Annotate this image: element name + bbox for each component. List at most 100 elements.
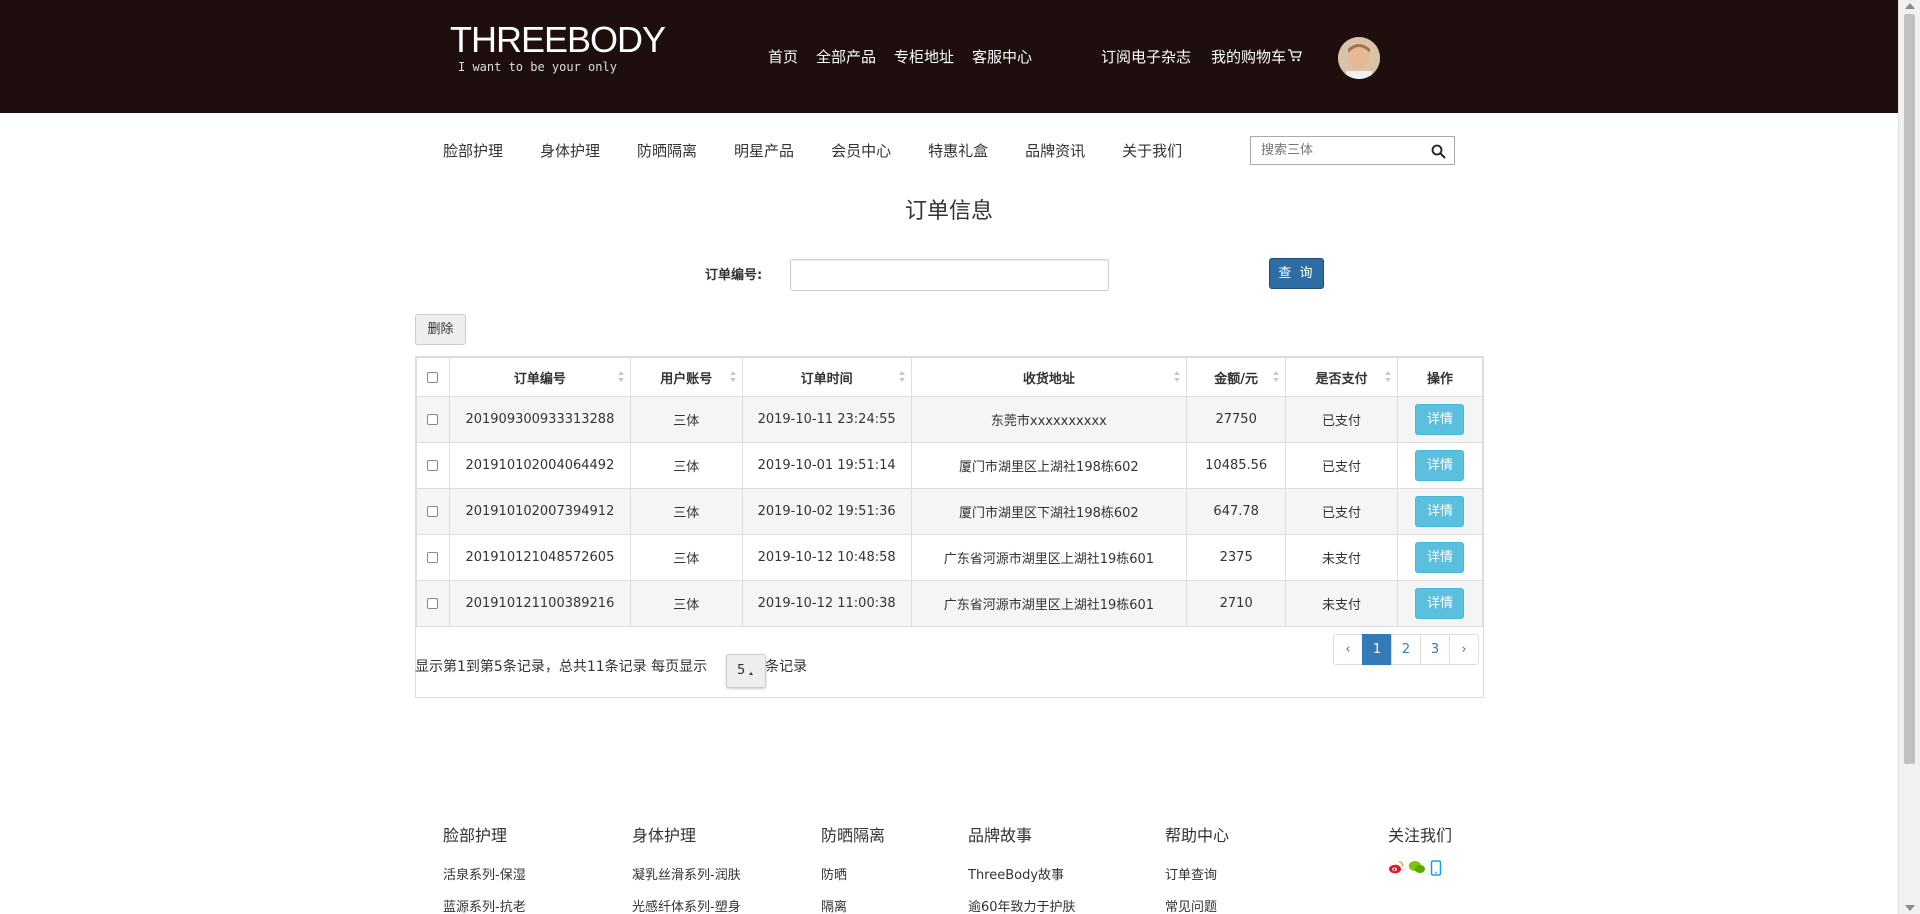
footer-link[interactable]: ThreeBody故事 (968, 864, 1076, 883)
footer-link[interactable]: 凝乳丝滑系列-润肤 (632, 864, 741, 883)
sort-icon (1174, 371, 1181, 383)
footer-link[interactable]: 逾60年致力于护肤 (968, 896, 1076, 914)
col-address-label: 收货地址 (1022, 371, 1075, 387)
cell-paid: 未支付 (1285, 534, 1398, 581)
cart-icon (1288, 48, 1302, 66)
search-input[interactable] (1251, 137, 1421, 164)
detail-button[interactable]: 详情 (1415, 542, 1465, 573)
col-user-account[interactable]: 用户账号 (629, 357, 743, 397)
scroll-up-icon[interactable] (1905, 3, 1915, 9)
detail-button[interactable]: 详情 (1415, 496, 1465, 527)
footer-col-face-care: 脸部护理 活泉系列-保湿 蓝源系列-抗老 (443, 822, 526, 914)
page-prev[interactable]: ‹ (1333, 634, 1363, 665)
order-number-input[interactable] (790, 259, 1109, 291)
cell-amount: 647.78 (1186, 488, 1287, 535)
nav-my-cart-label: 我的购物车 (1211, 48, 1287, 66)
row-checkbox[interactable] (427, 460, 439, 471)
col-order-time[interactable]: 订单时间 (741, 357, 912, 397)
cell-action: 详情 (1396, 580, 1484, 627)
footer-col-title: 身体护理 (632, 826, 697, 845)
table-row: 201910102004064492 三体 2019-10-01 19:51:1… (416, 442, 1484, 489)
col-paid-label: 是否支付 (1315, 371, 1368, 387)
footer-link[interactable]: 活泉系列-保湿 (443, 864, 526, 883)
cell-user-account: 三体 (629, 534, 743, 581)
row-checkbox[interactable] (427, 506, 439, 517)
cell-user-account: 三体 (629, 488, 743, 535)
cat-body-care[interactable]: 身体护理 (540, 140, 600, 161)
cat-sunscreen[interactable]: 防晒隔离 (637, 140, 697, 161)
cat-brand-news[interactable]: 品牌资讯 (1025, 140, 1085, 161)
avatar[interactable] (1338, 37, 1380, 79)
main-nav: 首页 全部产品 专柜地址 客服中心 (768, 46, 1050, 67)
detail-button[interactable]: 详情 (1415, 404, 1465, 435)
footer-link[interactable]: 订单查询 (1165, 864, 1229, 883)
nav-all-products[interactable]: 全部产品 (816, 46, 876, 67)
row-checkbox[interactable] (427, 552, 439, 563)
col-amount[interactable]: 金额/元 (1186, 357, 1287, 397)
scrollbar-thumb[interactable] (1904, 14, 1915, 764)
wechat-icon[interactable] (1408, 860, 1426, 880)
page-size-dropdown[interactable]: 5 (726, 654, 766, 688)
row-checkbox[interactable] (427, 414, 439, 425)
caret-up-icon (749, 672, 753, 675)
logo-text: THREEBODY (450, 19, 666, 60)
footer-link[interactable]: 隔离 (821, 896, 885, 914)
cell-address: 广东省河源市湖里区上湖社19栋601 (910, 534, 1188, 581)
nav-store-address[interactable]: 专柜地址 (894, 46, 954, 67)
col-user-account-label: 用户账号 (660, 371, 713, 387)
footer-link[interactable]: 光感纤体系列-塑身 (632, 896, 741, 914)
detail-button[interactable]: 详情 (1415, 588, 1465, 619)
row-select-cell (416, 488, 450, 535)
col-amount-label: 金额/元 (1214, 371, 1259, 387)
nav-my-cart[interactable]: 我的购物车 (1211, 46, 1302, 67)
vertical-scrollbar[interactable] (1898, 0, 1920, 914)
logo-slogan: I want to be your only (458, 60, 617, 74)
query-button[interactable]: 查 询 (1269, 258, 1324, 289)
col-address[interactable]: 收货地址 (910, 357, 1188, 397)
detail-button[interactable]: 详情 (1415, 450, 1465, 481)
cell-action: 详情 (1396, 534, 1484, 581)
search-box (1250, 136, 1455, 165)
col-order-number[interactable]: 订单编号 (448, 357, 631, 397)
footer-link[interactable]: 常见问题 (1165, 896, 1229, 914)
delete-button[interactable]: 删除 (415, 314, 466, 345)
row-checkbox[interactable] (427, 598, 439, 609)
order-table-panel: 订单编号 用户账号 订单时间 收货地址 金额/元 是否支付 操作 2019093… (415, 356, 1484, 698)
cat-member-center[interactable]: 会员中心 (831, 140, 891, 161)
cell-order-time: 2019-10-02 19:51:36 (741, 488, 912, 535)
category-nav: 脸部护理 身体护理 防晒隔离 明星产品 会员中心 特惠礼盒 品牌资讯 关于我们 (443, 140, 1219, 161)
footer-col-body-care: 身体护理 凝乳丝滑系列-润肤 光感纤体系列-塑身 (632, 822, 741, 914)
cat-gift-box[interactable]: 特惠礼盒 (928, 140, 988, 161)
nav-service-center[interactable]: 客服中心 (972, 46, 1032, 67)
cat-face-care[interactable]: 脸部护理 (443, 140, 503, 161)
cell-amount: 10485.56 (1186, 442, 1287, 489)
logo[interactable]: THREEBODY I want to be your only (450, 19, 666, 75)
sort-icon (617, 371, 624, 383)
nav-subscribe-magazine[interactable]: 订阅电子杂志 (1101, 46, 1191, 67)
cat-about-us[interactable]: 关于我们 (1122, 140, 1182, 161)
nav-home[interactable]: 首页 (768, 46, 798, 67)
row-select-cell (416, 580, 450, 627)
footer-link[interactable]: 蓝源系列-抗老 (443, 896, 526, 914)
search-icon[interactable] (1431, 144, 1446, 163)
cell-address: 厦门市湖里区上湖社198栋602 (910, 442, 1188, 489)
top-header: THREEBODY I want to be your only 首页 全部产品… (0, 0, 1898, 113)
sort-icon (1273, 371, 1280, 383)
cell-action: 详情 (1396, 396, 1484, 443)
weibo-icon[interactable] (1388, 860, 1404, 880)
cell-paid: 已支付 (1285, 488, 1398, 535)
page-next[interactable]: › (1449, 634, 1479, 665)
scroll-down-icon[interactable] (1905, 905, 1915, 911)
page-3[interactable]: 3 (1420, 634, 1450, 665)
page-2[interactable]: 2 (1391, 634, 1421, 665)
table-header: 订单编号 用户账号 订单时间 收货地址 金额/元 是否支付 操作 (416, 357, 1484, 397)
mobile-icon[interactable] (1430, 860, 1442, 880)
pager-info-suffix: 条记录 (765, 659, 808, 675)
cat-star-products[interactable]: 明星产品 (734, 140, 794, 161)
cell-paid: 已支付 (1285, 442, 1398, 489)
select-all-checkbox[interactable] (427, 371, 439, 383)
col-paid[interactable]: 是否支付 (1285, 357, 1398, 397)
page-1[interactable]: 1 (1362, 634, 1392, 665)
cell-order-number: 201910102004064492 (448, 442, 631, 489)
footer-link[interactable]: 防晒 (821, 864, 885, 883)
